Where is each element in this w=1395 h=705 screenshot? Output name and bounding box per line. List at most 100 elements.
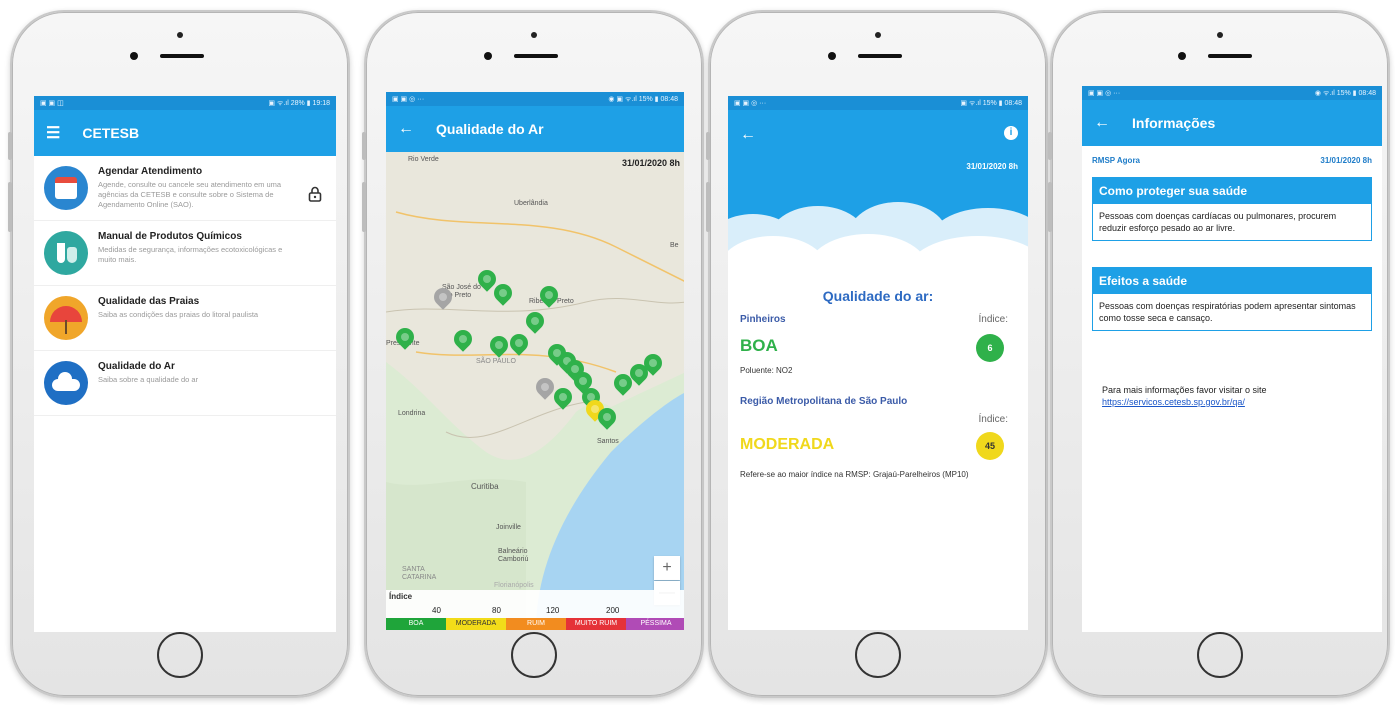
menu-item-praias[interactable]: Qualidade das Praias Saiba as condições … — [34, 286, 336, 351]
screen-map: ▣ ▣ ◎ ··· ◉ ▣ ᯤ.ıl 15% ▮ 08:48 ← Qualida… — [386, 92, 684, 630]
home-button[interactable] — [511, 632, 557, 678]
map-label: Joinville — [496, 524, 521, 531]
app-screenshots-composite: ▣ ▣ ◫ ▣ ᯤ.ıl 28% ▮ 19:18 ☰ CETESB Agenda… — [0, 0, 1395, 705]
speaker — [1208, 54, 1252, 58]
status-bar: ▣ ▣ ◎ ··· ◉ ▣ ᯤ.ıl 15% ▮ 08:48 — [386, 92, 684, 106]
index-badge-moderate: 45 — [976, 432, 1004, 460]
map-label: Rio Verde — [408, 156, 439, 163]
sky-header: ← i 31/01/2020 8h — [728, 96, 1028, 306]
legend-color-bar: BOA MODERADA RUIM MUITO RUIM PÉSSIMA — [386, 618, 684, 630]
camera — [177, 32, 183, 38]
phone-frame-3: ▣ ▣ ◎ ··· ▣ ᯤ.ıl 15% ▮ 08:48 ← i 31/01/2… — [706, 10, 1048, 698]
status-left: ▣ ▣ ◎ ··· — [392, 96, 425, 103]
note-text: Refere-se ao maior índice na RMSP: Graja… — [740, 470, 969, 479]
menu-item-desc: Medidas de segurança, informações ecotox… — [98, 245, 283, 264]
legend-title: Índice — [389, 592, 413, 601]
speaker — [858, 54, 902, 58]
map-view[interactable]: Rio Verde Uberlândia Be São José do Rio … — [386, 152, 684, 630]
index-badge-good: 6 — [976, 334, 1004, 362]
legend-number: 200 — [606, 606, 620, 615]
index-legend: Índice 40 80 120 200 BOA MODERADA RUIM M… — [386, 590, 684, 630]
app-title: CETESB — [82, 125, 140, 141]
app-bar: ☰ CETESB — [34, 110, 336, 156]
home-button[interactable] — [157, 632, 203, 678]
camera — [1217, 32, 1223, 38]
menu-item-desc: Saiba as condições das praias do litoral… — [98, 310, 259, 319]
camera — [875, 32, 881, 38]
menu-item-title: Manual de Produtos Químicos — [98, 231, 242, 242]
status-good: BOA — [740, 336, 778, 355]
map-label: SANTA CATARINA — [402, 566, 437, 581]
more-info-link[interactable]: https://servicos.cetesb.sp.gov.br/qa/ — [1082, 395, 1382, 407]
screen-menu: ▣ ▣ ◫ ▣ ᯤ.ıl 28% ▮ 19:18 ☰ CETESB Agenda… — [34, 96, 336, 632]
back-arrow-icon[interactable]: ← — [1094, 114, 1110, 132]
status-left: ▣ ▣ ◫ — [40, 100, 64, 107]
info-box-title: Como proteger sua saúde — [1093, 178, 1371, 204]
chemistry-flask-icon — [44, 231, 88, 275]
air-quality-heading: Qualidade do ar: — [822, 288, 934, 304]
info-icon[interactable]: i — [1004, 126, 1018, 140]
hamburger-menu-icon[interactable]: ☰ — [46, 123, 60, 143]
sensor — [828, 52, 836, 60]
status-moderate: MODERADA — [740, 436, 835, 453]
screen-information: ▣ ▣ ◎ ··· ◉ ᯤ.ıl 15% ▮ 08:48 ← Informaçõ… — [1082, 86, 1382, 632]
map-label: Londrina — [398, 410, 426, 417]
cloud-icon — [44, 361, 88, 405]
phone-frame-4: ▣ ▣ ◎ ··· ◉ ᯤ.ıl 15% ▮ 08:48 ← Informaçõ… — [1048, 10, 1390, 698]
status-left: ▣ ▣ ◎ ··· — [1088, 90, 1121, 97]
legend-label-ruim: RUIM — [506, 618, 566, 630]
menu-item-desc: Agende, consulte ou cancele seu atendime… — [98, 180, 282, 209]
app-bar: ← Informações — [1082, 100, 1382, 146]
lock-icon — [308, 186, 322, 205]
pollutant-label: Poluente: NO2 — [740, 366, 793, 375]
speaker — [160, 54, 204, 58]
rmsp-header: RMSP Agora 31/01/2020 8h — [1082, 146, 1382, 177]
screen-air-quality-detail: ▣ ▣ ◎ ··· ▣ ᯤ.ıl 15% ▮ 08:48 ← i 31/01/2… — [728, 96, 1028, 630]
home-button[interactable] — [1197, 632, 1243, 678]
info-box-protect: Como proteger sua saúde Pessoas com doen… — [1092, 177, 1372, 241]
more-info-text: Para mais informações favor visitar o si… — [1102, 385, 1267, 395]
status-right: ▣ ᯤ.ıl 15% ▮ 08:48 — [960, 99, 1022, 107]
status-right: ▣ ᯤ.ıl 28% ▮ 19:18 — [268, 99, 330, 107]
legend-label-muito-ruim: MUITO RUIM — [566, 618, 626, 630]
sensor — [484, 52, 492, 60]
status-bar: ▣ ▣ ◎ ··· ◉ ᯤ.ıl 15% ▮ 08:48 — [1082, 86, 1382, 100]
menu-item-title: Qualidade do Ar — [98, 361, 175, 372]
menu-item-manual[interactable]: Manual de Produtos Químicos Medidas de s… — [34, 221, 336, 286]
menu-item-desc: Saiba sobre a qualidade do ar — [98, 375, 199, 384]
zoom-in-button[interactable]: + — [654, 556, 680, 580]
map-label: SÃO PAULO — [476, 358, 516, 365]
calendar-icon — [44, 166, 88, 210]
menu-item-title: Qualidade das Praias — [98, 296, 200, 307]
map-date: 31/01/2020 8h — [621, 158, 680, 168]
sensor — [1178, 52, 1186, 60]
map-label: Uberlândia — [514, 200, 548, 207]
back-arrow-icon[interactable]: ← — [398, 120, 414, 138]
status-right: ◉ ᯤ.ıl 15% ▮ 08:48 — [1314, 89, 1376, 97]
date-label: 31/01/2020 8h — [1320, 156, 1372, 165]
index-label: Índice: — [978, 414, 1008, 425]
info-box-effects: Efeitos a saúde Pessoas com doenças resp… — [1092, 267, 1372, 331]
status-bar: ▣ ▣ ◎ ··· ▣ ᯤ.ıl 15% ▮ 08:48 — [728, 96, 1028, 110]
phone-frame-1: ▣ ▣ ◫ ▣ ᯤ.ıl 28% ▮ 19:18 ☰ CETESB Agenda… — [8, 10, 350, 698]
sensor — [130, 52, 138, 60]
menu-item-title: Agendar Atendimento — [98, 166, 203, 177]
status-left: ▣ ▣ ◎ ··· — [734, 100, 767, 107]
legend-number: 120 — [546, 606, 560, 615]
back-arrow-icon[interactable]: ← — [740, 126, 756, 144]
menu-item-ar[interactable]: Qualidade do Ar Saiba sobre a qualidade … — [34, 351, 336, 416]
app-bar: ← Qualidade do Ar — [386, 106, 684, 152]
legend-label-moderada: MODERADA — [446, 618, 506, 630]
station-name: Pinheiros — [740, 314, 786, 325]
info-box-text: Pessoas com doenças cardíacas ou pulmona… — [1099, 211, 1337, 233]
legend-label-boa: BOA — [386, 618, 446, 630]
index-label: Índice: — [978, 314, 1008, 325]
info-box-title: Efeitos a saúde — [1093, 268, 1371, 294]
home-button[interactable] — [855, 632, 901, 678]
beach-umbrella-icon — [44, 296, 88, 340]
speaker — [514, 54, 558, 58]
status-right: ◉ ▣ ᯤ.ıl 15% ▮ 08:48 — [608, 95, 678, 103]
menu-item-agendar[interactable]: Agendar Atendimento Agende, consulte ou … — [34, 156, 336, 221]
screen-title: Qualidade do Ar — [436, 121, 544, 137]
legend-label-pessima: PÉSSIMA — [626, 618, 684, 630]
